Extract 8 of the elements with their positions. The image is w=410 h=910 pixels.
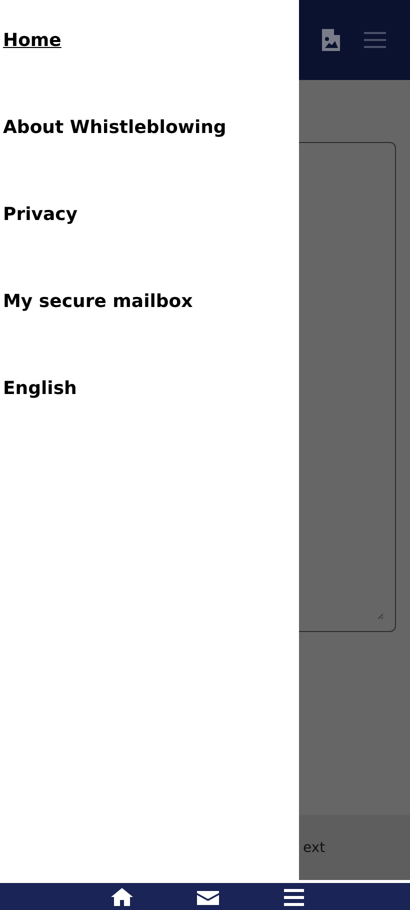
- image-file-icon[interactable]: [322, 29, 340, 51]
- menu-item[interactable]: English: [0, 376, 77, 402]
- menu-item[interactable]: Privacy: [0, 202, 78, 228]
- menu-item[interactable]: My secure mailbox: [0, 289, 193, 315]
- resize-handle-icon[interactable]: [378, 614, 383, 619]
- home-icon[interactable]: [110, 886, 134, 908]
- menu-item[interactable]: Home: [0, 28, 62, 54]
- menu-item[interactable]: About Whistleblowing: [0, 115, 226, 141]
